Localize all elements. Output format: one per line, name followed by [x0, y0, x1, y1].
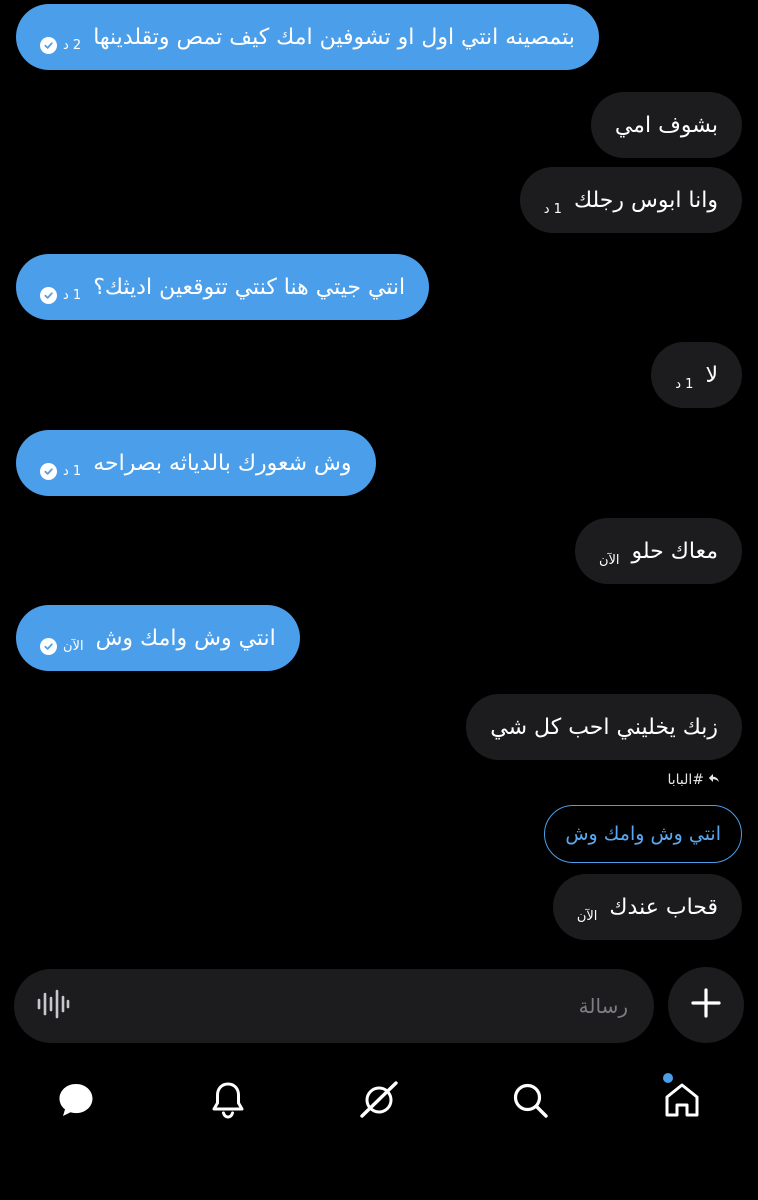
- message-text: انتي جيتي هنا كنتي تتوقعين اديثك؟: [93, 274, 406, 300]
- grok-icon[interactable]: [357, 1078, 401, 1122]
- message-outgoing[interactable]: وش شعورك بالدياثه بصراحه 1 د: [16, 430, 376, 496]
- messages-icon[interactable]: [54, 1078, 98, 1122]
- message-incoming[interactable]: قحاب عندك الآن: [552, 874, 742, 940]
- message-incoming[interactable]: معاك حلو الآن: [574, 518, 742, 584]
- sent-check-icon: [40, 287, 57, 304]
- message-time: الآن: [598, 553, 620, 568]
- message-text: قحاب عندك: [609, 894, 718, 920]
- message-outgoing[interactable]: انتي وش وامك وش الآن: [16, 605, 300, 671]
- message-text: بتمصينه انتي اول او تشوفين امك كيف تمص و…: [93, 24, 575, 50]
- message-meta: 1 د: [544, 202, 562, 217]
- message-text: وانا ابوس رجلك: [573, 187, 718, 213]
- reply-arrow-icon: [708, 772, 720, 788]
- message-text: وش شعورك بالدياثه بصراحه: [93, 450, 352, 476]
- message-text: زبك يخليني احب كل شي: [490, 714, 718, 740]
- message-text: لا: [705, 362, 718, 388]
- sent-check-icon: [40, 37, 57, 54]
- message-meta: 1 د: [40, 287, 81, 304]
- message-placeholder: رسالة: [578, 994, 628, 1018]
- message-time: 1 د: [543, 202, 562, 217]
- plus-icon: [690, 987, 722, 1023]
- add-attachment-button[interactable]: [668, 967, 744, 1043]
- bell-icon[interactable]: [206, 1078, 250, 1122]
- message-time: 1 د: [63, 464, 82, 479]
- message-incoming[interactable]: بشوف امي: [590, 92, 742, 158]
- search-icon[interactable]: [508, 1078, 552, 1122]
- message-incoming[interactable]: لا 1 د: [651, 342, 742, 408]
- message-incoming[interactable]: وانا ابوس رجلك 1 د: [519, 167, 742, 233]
- sent-check-icon: [40, 463, 57, 480]
- voice-waveform-icon[interactable]: [36, 989, 70, 1023]
- message-outgoing[interactable]: انتي جيتي هنا كنتي تتوقعين اديثك؟ 1 د: [16, 254, 430, 320]
- message-meta: الآن: [577, 909, 598, 924]
- reply-header: #البابا: [667, 772, 720, 788]
- message-meta: 2 د: [40, 37, 81, 54]
- notification-dot: [663, 1073, 673, 1083]
- sent-check-icon: [40, 638, 57, 655]
- message-time: 1 د: [675, 377, 694, 392]
- message-meta: الآن: [599, 553, 620, 568]
- message-text: انتي وش وامك وش: [95, 625, 276, 651]
- reply-label: #البابا: [667, 772, 704, 788]
- message-time: 1 د: [63, 288, 82, 303]
- quoted-message[interactable]: انتي وش وامك وش: [544, 805, 742, 863]
- message-time: الآن: [576, 909, 598, 924]
- message-text: معاك حلو: [631, 538, 718, 564]
- message-outgoing[interactable]: بتمصينه انتي اول او تشوفين امك كيف تمص و…: [16, 4, 599, 70]
- message-incoming[interactable]: زبك يخليني احب كل شي: [466, 694, 742, 760]
- home-icon[interactable]: [660, 1078, 704, 1122]
- message-meta: 1 د: [675, 377, 693, 392]
- quoted-text: انتي وش وامك وش: [565, 823, 721, 845]
- message-meta: الآن: [40, 638, 84, 655]
- message-time: 2 د: [63, 38, 82, 53]
- message-text: بشوف امي: [614, 112, 718, 138]
- message-input[interactable]: رسالة: [14, 969, 654, 1043]
- message-meta: 1 د: [40, 463, 81, 480]
- message-time: الآن: [63, 639, 84, 654]
